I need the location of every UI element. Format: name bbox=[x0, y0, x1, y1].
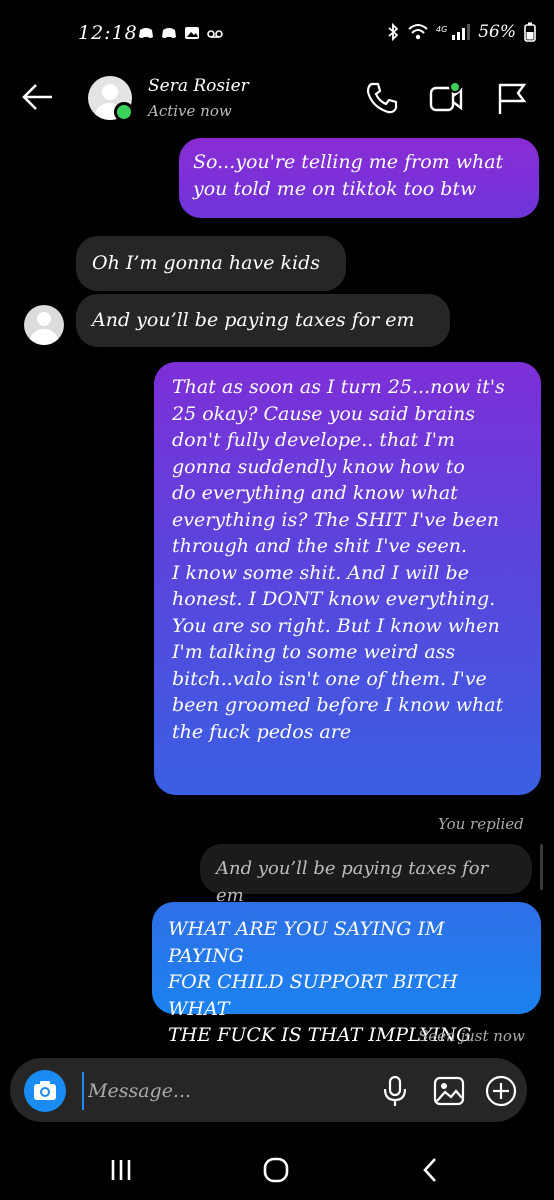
camera-icon bbox=[34, 1081, 56, 1100]
reply-label: You replied bbox=[438, 815, 524, 833]
message-line: So...you're telling me from what bbox=[193, 151, 504, 173]
message-line: I'm talking to some weird ass bbox=[172, 641, 456, 663]
message-line: WHAT ARE YOU SAYING IM PAYING bbox=[168, 918, 445, 967]
sent-message[interactable]: So...you're telling me from what you tol… bbox=[179, 138, 539, 218]
sent-message[interactable]: WHAT ARE YOU SAYING IM PAYING FOR CHILD … bbox=[152, 902, 541, 1046]
phone-icon[interactable] bbox=[364, 80, 400, 116]
notification-icons bbox=[138, 26, 223, 40]
flag-icon[interactable] bbox=[494, 80, 530, 116]
seen-status: Seen just now bbox=[418, 1027, 525, 1045]
system-icons: 4G 56% bbox=[386, 22, 536, 42]
microphone-icon[interactable] bbox=[378, 1074, 412, 1108]
message-line: FOR CHILD SUPPORT BITCH WHAT bbox=[168, 971, 458, 1020]
message-line: That as soon as I turn 25...now it's bbox=[172, 376, 505, 398]
message-line: You are so right. But I know when bbox=[172, 614, 500, 637]
activity-status: Active now bbox=[148, 102, 232, 120]
message-line: the fuck pedos are bbox=[172, 720, 352, 743]
arrow-left-icon[interactable] bbox=[20, 82, 56, 112]
message-line: I know some shit. And I will be bbox=[172, 561, 469, 584]
sent-message[interactable]: That as soon as I turn 25...now it's 25 … bbox=[154, 362, 541, 795]
message-line: you told me on tiktok too btw bbox=[193, 177, 477, 200]
battery-icon bbox=[524, 22, 536, 42]
chat-header: Sera Rosier Active now bbox=[0, 64, 554, 136]
message-line: 25 okay? Cause you said brains bbox=[172, 402, 476, 425]
image-icon[interactable] bbox=[432, 1074, 466, 1108]
message-input[interactable] bbox=[82, 1072, 350, 1110]
quoted-message[interactable]: And you’ll be paying taxes for em bbox=[200, 844, 532, 906]
message-line: And you’ll be paying taxes for em bbox=[92, 309, 415, 331]
message-line: don't fully develope.. that I'm bbox=[172, 429, 455, 451]
status-bar: 12:18 4G 56% bbox=[0, 0, 554, 64]
message-line: do everything and know what bbox=[172, 482, 458, 504]
system-nav-bar bbox=[0, 1140, 554, 1200]
svg-text:4G: 4G bbox=[436, 25, 447, 34]
voicemail-icon bbox=[207, 30, 223, 38]
home-icon[interactable] bbox=[259, 1154, 293, 1186]
video-camera-icon[interactable] bbox=[428, 80, 464, 116]
contact-name[interactable]: Sera Rosier bbox=[148, 76, 249, 96]
message-line: everything is? The SHIT I've been bbox=[172, 508, 500, 531]
active-status-dot bbox=[114, 102, 134, 122]
plus-circle-icon[interactable] bbox=[484, 1074, 518, 1108]
bluetooth-icon bbox=[388, 23, 399, 41]
message-line: bitch..valo isn't one of them. I've bbox=[172, 667, 487, 690]
received-message[interactable]: And you’ll be paying taxes for em bbox=[76, 294, 450, 347]
image-notification-icon bbox=[185, 27, 199, 39]
message-line: gonna suddendly know how to bbox=[172, 455, 465, 478]
message-composer bbox=[10, 1058, 527, 1122]
avatar[interactable] bbox=[24, 305, 64, 345]
message-line: through and the shit I've seen. bbox=[172, 535, 467, 557]
wifi-icon bbox=[408, 24, 428, 40]
message-line: Oh I’m gonna have kids bbox=[92, 252, 320, 274]
message-line: honest. I DONT know everything. bbox=[172, 588, 496, 610]
signal-icon: 4G bbox=[436, 24, 471, 40]
discord-icon bbox=[139, 28, 153, 38]
received-message[interactable]: Oh I’m gonna have kids bbox=[76, 236, 346, 291]
message-line: been groomed before I know what bbox=[172, 694, 504, 716]
recent-apps-icon[interactable] bbox=[104, 1154, 138, 1186]
status-time: 12:18 bbox=[78, 22, 138, 44]
battery-percent: 56% bbox=[478, 22, 516, 42]
reply-indicator bbox=[540, 844, 543, 890]
back-nav-icon[interactable] bbox=[414, 1154, 448, 1186]
discord-icon bbox=[162, 28, 176, 38]
camera-button[interactable] bbox=[24, 1070, 66, 1112]
